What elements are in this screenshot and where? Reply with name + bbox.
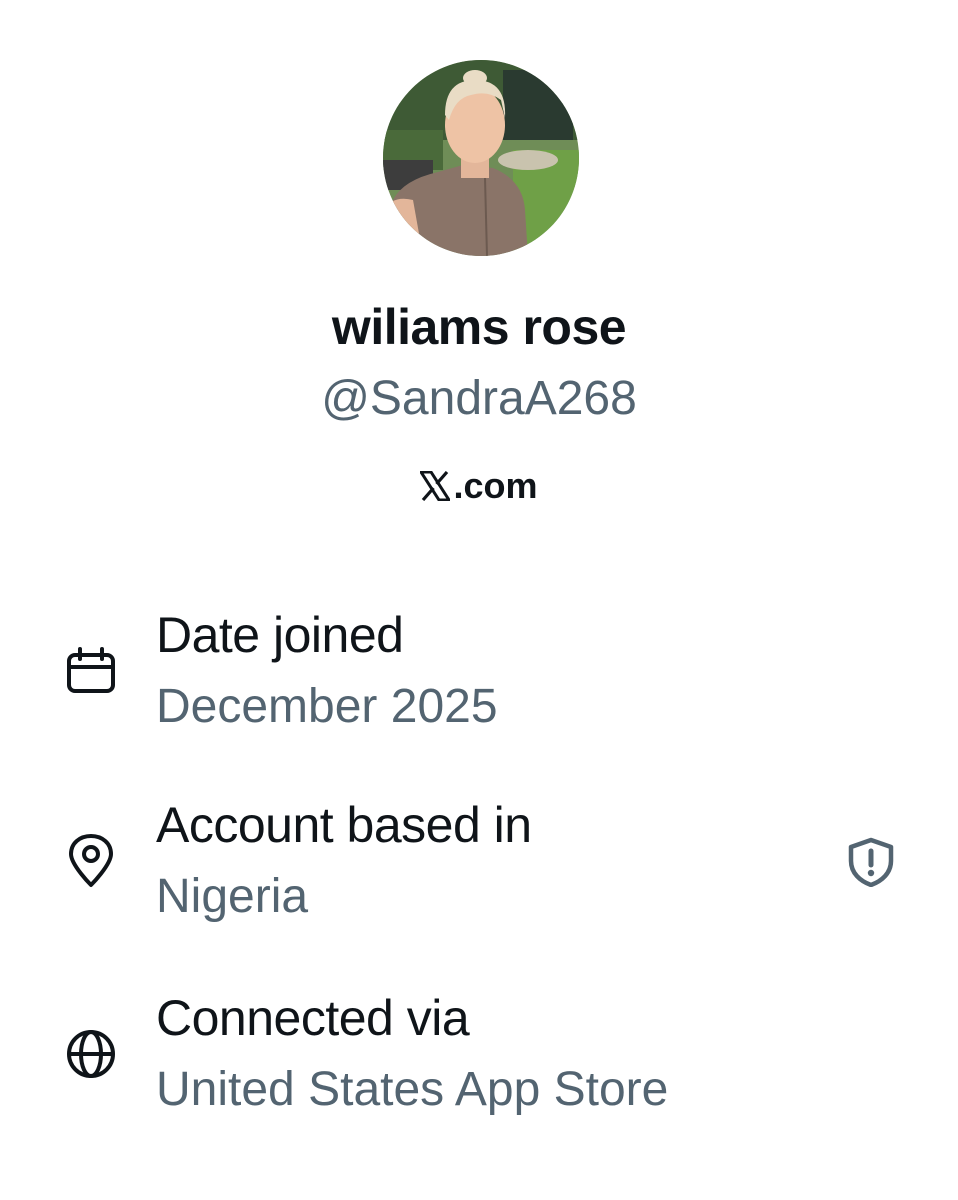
detail-value: Nigeria bbox=[156, 870, 309, 923]
detail-value: December 2025 bbox=[156, 680, 498, 733]
brand-domain-text: .com bbox=[453, 465, 538, 506]
detail-value: United States App Store bbox=[156, 1063, 669, 1116]
location-pin-icon bbox=[65, 833, 117, 887]
profile-avatar[interactable] bbox=[383, 60, 579, 256]
detail-row-connected-via: Connected via United States App Store bbox=[0, 985, 958, 1135]
username-handle: @SandraA268 bbox=[321, 372, 637, 425]
detail-row-date-joined: Date joined December 2025 bbox=[0, 600, 958, 750]
detail-label: Account based in bbox=[156, 797, 532, 853]
calendar-icon bbox=[65, 645, 117, 697]
detail-label: Connected via bbox=[156, 990, 470, 1046]
detail-row-account-based-in: Account based in Nigeria bbox=[0, 793, 958, 943]
globe-icon bbox=[65, 1028, 117, 1080]
display-name: wiliams rose bbox=[331, 299, 627, 355]
shield-alert-icon[interactable] bbox=[846, 837, 896, 888]
brand-mark: .com bbox=[0, 464, 958, 508]
x-logo-icon bbox=[418, 470, 453, 502]
detail-label: Date joined bbox=[156, 607, 404, 663]
